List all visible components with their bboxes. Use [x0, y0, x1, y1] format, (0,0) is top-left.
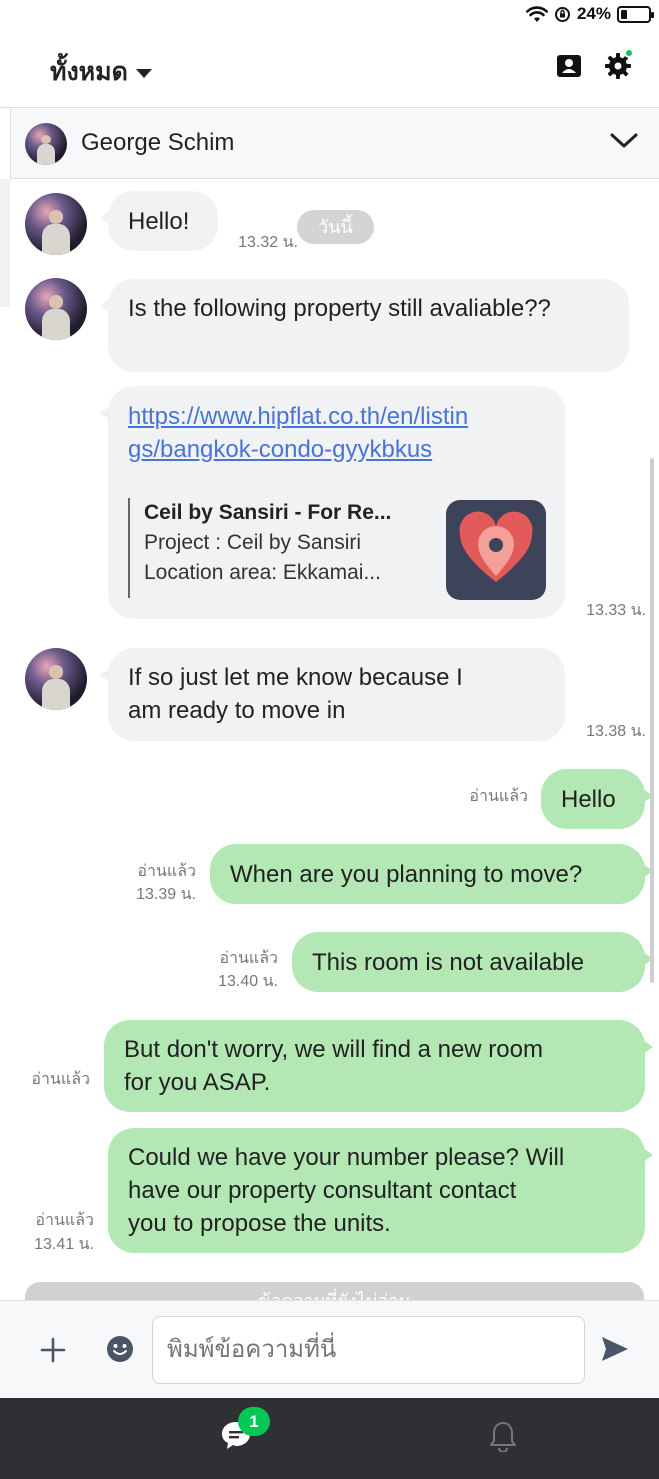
link-url[interactable]: https://www.hipflat.co.th/en/listin gs/b…	[128, 400, 468, 466]
outgoing-message[interactable]: When are you planning to move?	[210, 844, 653, 904]
message-time: 13.39 น.	[136, 886, 196, 903]
contact-name: George Schim	[81, 129, 235, 156]
message-text: am ready to move in	[128, 697, 346, 724]
message-text: This room is not available	[312, 949, 585, 976]
side-strip	[0, 179, 10, 307]
message-time: 13.38 น.	[586, 723, 646, 740]
battery-percent: 24%	[576, 4, 611, 23]
contact-card-icon[interactable]	[555, 52, 583, 80]
plus-icon[interactable]	[40, 1337, 66, 1363]
wifi-icon	[525, 5, 548, 22]
header: ทั้งหมด	[0, 30, 659, 108]
read-receipt: อ่านแล้ว	[137, 863, 196, 880]
chat-header[interactable]: George Schim	[10, 109, 659, 179]
link-url-line: https://www.hipflat.co.th/en/listin	[128, 403, 469, 430]
read-receipt: อ่านแล้ว	[35, 1212, 94, 1229]
link-preview[interactable]: Ceil by Sansiri - For Re... Project : Ce…	[128, 498, 418, 598]
message-time: 13.40 น.	[218, 973, 278, 990]
read-receipt: อ่านแล้ว	[469, 788, 528, 805]
rotation-lock-icon	[554, 6, 570, 22]
message-text: have our property consultant contact	[128, 1177, 517, 1204]
message-text: But don't worry, we will find a new room	[124, 1036, 543, 1063]
avatar[interactable]	[25, 278, 87, 340]
outgoing-message[interactable]: Hello	[541, 769, 653, 829]
message-text: you to propose the units.	[128, 1210, 391, 1237]
read-receipt: อ่านแล้ว	[219, 950, 278, 967]
message-text: If so just let me know because I	[128, 664, 463, 691]
filter-label: ทั้งหมด	[50, 58, 128, 86]
heart-pin-icon	[459, 511, 533, 582]
send-icon[interactable]	[600, 1335, 630, 1363]
outgoing-message[interactable]: This room is not available	[292, 932, 653, 992]
caret-down-icon	[135, 68, 152, 78]
message-text: for you ASAP.	[124, 1069, 271, 1096]
incoming-message[interactable]: Hello!	[100, 191, 218, 251]
read-receipt: อ่านแล้ว	[31, 1071, 90, 1088]
scrollbar[interactable]	[650, 458, 654, 983]
chevron-down-icon[interactable]	[609, 131, 639, 151]
battery-icon	[617, 5, 654, 23]
message-text: Hello	[561, 786, 616, 813]
hipflat-logo	[446, 500, 546, 600]
message-text: When are you planning to move?	[230, 861, 583, 888]
link-url-line: gs/bangkok-condo-gyykbkus	[128, 436, 433, 463]
bottom-navigation: 1	[0, 1398, 659, 1479]
preview-title: Ceil by Sansiri - For Re...	[144, 501, 392, 524]
message-input[interactable]	[152, 1316, 585, 1384]
outgoing-message[interactable]: But don't worry, we will find a new room…	[104, 1020, 653, 1112]
message-time: 13.32 น.	[238, 234, 298, 251]
message-time: 13.41 น.	[34, 1236, 94, 1253]
status-bar: 24%	[0, 0, 659, 30]
avatar[interactable]	[25, 648, 87, 710]
outgoing-message[interactable]: Could we have your number please? Will h…	[108, 1128, 653, 1253]
date-divider: วันนี้	[297, 210, 374, 244]
message-text: Hello!	[128, 208, 190, 235]
message-text: Could we have your number please? Will	[128, 1144, 565, 1171]
bell-icon[interactable]	[488, 1420, 518, 1452]
link-preview-message[interactable]: https://www.hipflat.co.th/en/listin gs/b…	[100, 386, 565, 619]
unread-badge: 1	[238, 1407, 270, 1436]
avatar	[25, 123, 67, 165]
incoming-message[interactable]: If so just let me know because I am read…	[100, 648, 565, 741]
avatar[interactable]	[25, 193, 87, 255]
emoji-icon[interactable]	[106, 1335, 134, 1363]
message-text: Is the following property still avaliabl…	[128, 295, 551, 322]
incoming-message[interactable]: Is the following property still avaliabl…	[100, 279, 629, 372]
filter-dropdown[interactable]: ทั้งหมด	[50, 52, 152, 92]
preview-line: Location area: Ekkamai...	[144, 561, 381, 584]
message-time: 13.33 น.	[586, 602, 646, 619]
settings-button[interactable]	[604, 48, 634, 80]
notification-dot	[624, 48, 634, 58]
preview-line: Project : Ceil by Sansiri	[144, 531, 362, 554]
message-composer	[0, 1300, 659, 1398]
